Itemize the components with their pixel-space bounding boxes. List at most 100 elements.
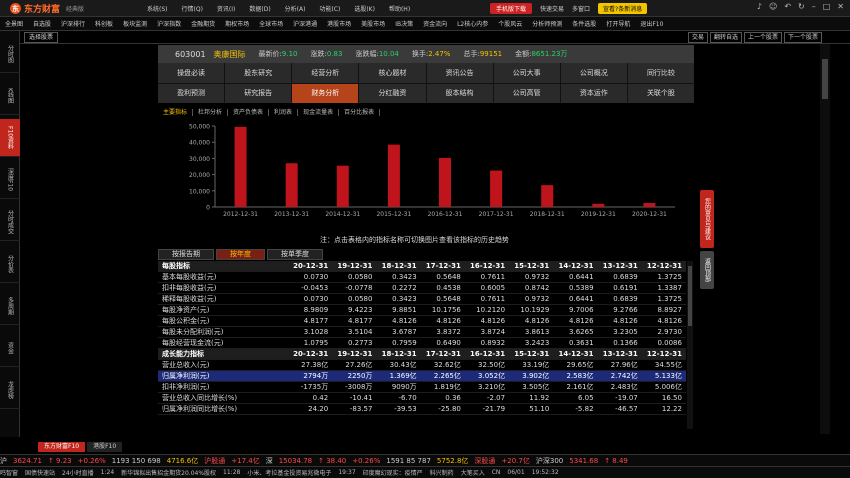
nav-item[interactable]: 沪深港通 [288, 19, 322, 28]
back-to-top-button[interactable]: 返回顶部 [700, 251, 714, 289]
nav-item[interactable]: 全球市场 [254, 19, 288, 28]
function-button[interactable]: 操盘必读 [158, 63, 225, 83]
right-button[interactable]: 交易 [687, 32, 708, 43]
finance-subtab[interactable]: 资产负债表 [228, 109, 270, 116]
menu-item[interactable]: 分析(A) [278, 4, 313, 13]
left-tab[interactable]: 多周期 [0, 287, 20, 325]
nav-item[interactable]: IB决策 [390, 19, 418, 28]
function-button[interactable]: 财务分析 [292, 83, 359, 103]
function-button[interactable]: 分红融资 [359, 83, 426, 103]
nav-item[interactable]: 打开导航 [601, 19, 635, 28]
period-tab[interactable]: 按年度 [216, 249, 265, 260]
table-row[interactable]: 每股公积金(元) 4.8177 4.8177 4.8126 4.8126 4.8126 4.… [158, 316, 686, 327]
right-button[interactable]: 下一个股票 [783, 32, 822, 43]
function-button[interactable]: 盈利预测 [158, 83, 225, 103]
menu-item[interactable]: 功能(C) [312, 4, 347, 13]
menu-item[interactable]: 帮助(H) [382, 4, 417, 13]
multi-window-button[interactable]: 多窗口 [572, 4, 590, 13]
left-tab[interactable]: 分时成交 [0, 203, 20, 241]
function-button[interactable]: 资讯公告 [426, 63, 493, 83]
page-scroll-thumb[interactable] [822, 59, 828, 99]
nav-item[interactable]: 自选股 [28, 19, 56, 28]
nav-item[interactable]: 分析师预测 [527, 19, 567, 28]
feedback-button[interactable]: 您的意见与建议 [700, 190, 714, 248]
nav-item[interactable]: 全景图 [0, 19, 28, 28]
menu-item[interactable]: 选股(K) [347, 4, 382, 13]
left-tab[interactable]: 深度F10 [0, 161, 20, 199]
row-label[interactable]: 营业总收入(元) [158, 360, 288, 370]
nav-item[interactable]: 资金流向 [418, 19, 452, 28]
bottom-tab[interactable]: 东方财富F10 [38, 442, 86, 452]
row-label[interactable]: 扣非净利润(元) [158, 382, 288, 392]
function-button[interactable]: 资本运作 [560, 83, 627, 103]
table-row[interactable]: 归属净利润(元) 2794万 2250万 1.369亿 2.265亿 3.052亿 3.90… [158, 371, 686, 382]
table-row[interactable]: 每股净资产(元) 8.9809 9.4223 9.8851 10.1756 10.2120… [158, 305, 686, 316]
table-row[interactable]: 稀释每股收益(元) 0.0730 0.0580 0.3423 0.5648 0.7611 0… [158, 294, 686, 305]
scroll-thumb[interactable] [688, 266, 692, 326]
nav-item[interactable]: L2核心内参 [452, 19, 493, 28]
menu-item[interactable]: 系统(S) [140, 4, 175, 13]
refresh-icon[interactable]: ↻ [798, 2, 805, 11]
function-button[interactable]: 研究报告 [225, 83, 292, 103]
finance-subtab[interactable]: 现金流量表 [298, 109, 340, 116]
row-label[interactable]: 扣非每股收益(元) [158, 283, 288, 293]
menu-item[interactable]: 资讯(I) [210, 4, 242, 13]
finance-subtab[interactable]: 杜邦分析 [193, 109, 229, 116]
left-tab[interactable]: 分时图 [0, 35, 20, 73]
right-button[interactable]: 上一个股票 [743, 32, 782, 43]
nav-item[interactable]: 个股风云 [493, 19, 527, 28]
table-row[interactable]: 每股经营现金流(元) 1.0795 0.2773 0.7959 0.6490 0.8932… [158, 338, 686, 349]
table-row[interactable]: 营业总收入(元) 27.38亿 27.26亿 30.43亿 32.62亿 32.50亿 33… [158, 360, 686, 371]
left-tab[interactable]: 龙虎榜 [0, 371, 20, 409]
nav-item[interactable]: 金融期货 [186, 19, 220, 28]
table-row[interactable]: 扣非净利润(元) -1735万 -3008万 9090万 1.819亿 3.210亿 3.5… [158, 382, 686, 393]
finance-subtab[interactable]: 百分比报表 [339, 109, 381, 116]
bell-icon[interactable]: ♪ [757, 2, 762, 11]
mobile-download-button[interactable]: 手机版下载 [490, 3, 533, 14]
function-button[interactable]: 关联个股 [627, 83, 694, 103]
news-alert-button[interactable]: 宣看?条新消息 [598, 3, 648, 14]
nav-item[interactable]: 板块监测 [118, 19, 152, 28]
function-button[interactable]: 股东研究 [225, 63, 292, 83]
table-row[interactable]: 归属净利润同比增长(%) 24.20 -83.57 -39.53 -25.80 -21.7… [158, 404, 686, 415]
left-tab[interactable]: K线图 [0, 77, 20, 115]
function-button[interactable]: 公司高管 [493, 83, 560, 103]
period-tab[interactable]: 按报告期 [158, 249, 214, 260]
user-icon[interactable]: ☺ [769, 2, 777, 11]
row-label[interactable]: 营业总收入同比增长(%) [158, 393, 288, 403]
function-button[interactable]: 经营分析 [292, 63, 359, 83]
bottom-tab[interactable]: 港股F10 [87, 442, 123, 452]
select-stock-tab[interactable]: 选择股票 [24, 32, 59, 43]
function-button[interactable]: 公司概况 [560, 63, 627, 83]
quick-trade-button[interactable]: 快速交易 [540, 4, 564, 13]
nav-item[interactable]: 沪深指数 [152, 19, 186, 28]
menu-item[interactable]: 数据(D) [242, 4, 277, 13]
maximize-icon[interactable]: □ [823, 2, 831, 11]
nav-item[interactable]: 期权市场 [220, 19, 254, 28]
nav-item[interactable]: 退出F10 [635, 19, 668, 28]
left-tab[interactable]: 分价表 [0, 245, 20, 283]
function-button[interactable]: 同行比较 [627, 63, 694, 83]
row-label[interactable]: 每股公积金(元) [158, 316, 288, 326]
minimize-icon[interactable]: – [812, 2, 816, 11]
left-tab[interactable]: F10资料 [0, 119, 20, 157]
row-label[interactable]: 归属净利润(元) [158, 371, 288, 381]
function-button[interactable]: 核心题材 [359, 63, 426, 83]
row-label[interactable]: 每股未分配利润(元) [158, 327, 288, 337]
left-tab[interactable]: 资金 [0, 329, 20, 367]
table-row[interactable]: 营业总收入同比增长(%) 0.42 -10.41 -6.70 0.36 -2.07 11.9… [158, 393, 686, 404]
finance-subtab[interactable]: 利润表 [269, 109, 299, 116]
right-button[interactable]: 翻转自选 [709, 32, 742, 43]
table-scrollbar[interactable] [687, 261, 693, 429]
nav-item[interactable]: 港股市场 [322, 19, 356, 28]
row-label[interactable]: 基本每股收益(元) [158, 272, 288, 282]
nav-item[interactable]: 科创板 [90, 19, 118, 28]
nav-item[interactable]: 美股市场 [356, 19, 390, 28]
table-row[interactable]: 基本每股收益(元) 0.0730 0.0580 0.3423 0.5648 0.7611 0… [158, 272, 686, 283]
table-row[interactable]: 扣非每股收益(元) -0.0453 -0.0778 0.2272 0.4538 0.600… [158, 283, 686, 294]
function-button[interactable]: 公司大事 [493, 63, 560, 83]
menu-item[interactable]: 行情(Q) [175, 4, 210, 13]
nav-item[interactable]: 沪深排行 [56, 19, 90, 28]
row-label[interactable]: 每股经营现金流(元) [158, 338, 288, 348]
back-icon[interactable]: ↶ [784, 2, 791, 11]
